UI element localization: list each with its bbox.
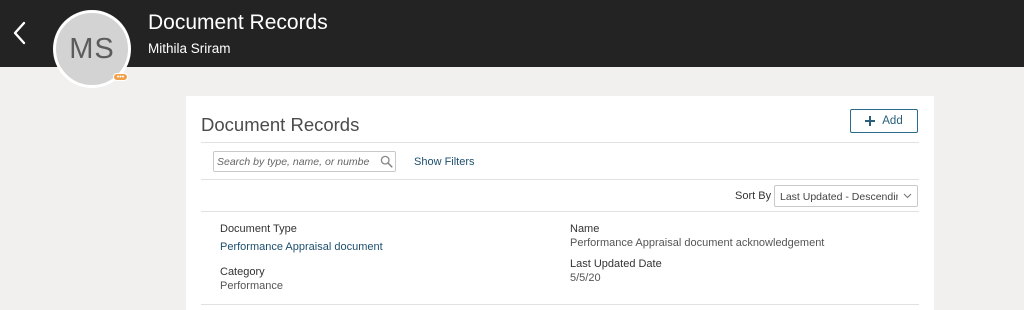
sort-by-label: Sort By <box>735 190 772 202</box>
search-input[interactable] <box>217 154 369 169</box>
page-title: Document Records <box>148 11 328 34</box>
sort-by-select[interactable]: Last Updated - Descending <box>774 185 918 207</box>
chevron-down-icon <box>903 193 912 199</box>
person-name: Mithila Sriram <box>148 41 231 56</box>
category-label: Category <box>220 266 265 278</box>
document-records-card: Document Records Add Show Filters Sort B… <box>186 96 934 310</box>
divider <box>201 142 919 143</box>
add-button-label: Add <box>882 115 903 127</box>
last-updated-label: Last Updated Date <box>570 258 662 270</box>
avatar[interactable]: MS ••• <box>53 10 133 90</box>
divider <box>201 304 919 305</box>
presence-badge: ••• <box>113 73 128 81</box>
page-header: MS ••• Document Records Mithila Sriram <box>0 0 1024 88</box>
search-field[interactable] <box>213 151 396 172</box>
sort-by-value: Last Updated - Descending <box>780 191 898 203</box>
divider <box>201 179 919 180</box>
document-type-link[interactable]: Performance Appraisal document <box>220 241 383 253</box>
category-value: Performance <box>220 280 283 292</box>
add-button[interactable]: Add <box>850 109 918 133</box>
search-icon[interactable] <box>380 155 393 168</box>
last-updated-value: 5/5/20 <box>570 272 601 284</box>
card-title: Document Records <box>201 114 360 135</box>
show-filters-link[interactable]: Show Filters <box>414 156 475 168</box>
back-button[interactable] <box>10 18 32 48</box>
name-label: Name <box>570 223 600 235</box>
document-type-label: Document Type <box>220 223 297 235</box>
name-value: Performance Appraisal document acknowled… <box>570 237 825 249</box>
plus-icon <box>865 116 876 126</box>
divider <box>201 211 919 212</box>
chevron-left-icon <box>13 21 26 45</box>
